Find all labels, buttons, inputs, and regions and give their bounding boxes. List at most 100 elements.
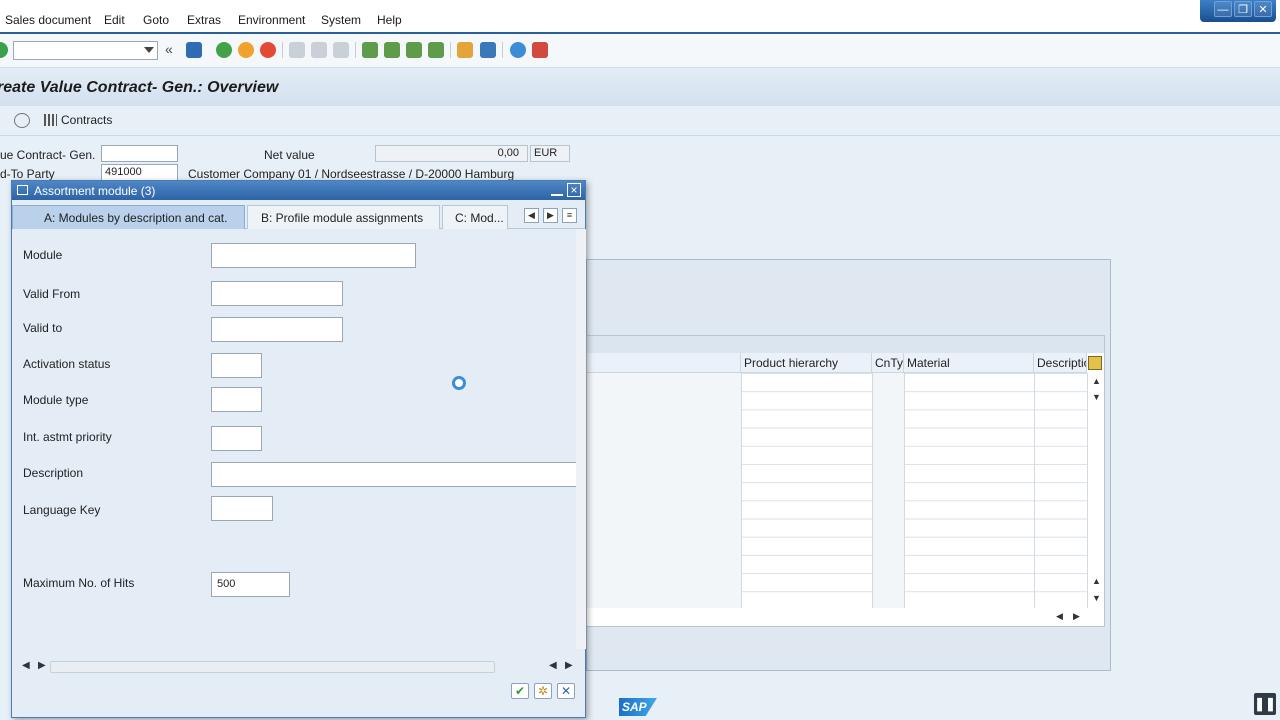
close-icon[interactable]: ✕ [1254, 1, 1272, 17]
net-value-label: Net value [264, 148, 315, 162]
currency-field: EUR [530, 145, 570, 162]
scroll-right-icon[interactable]: ▶ [38, 660, 46, 671]
sold-to-party-field[interactable]: 491000 [101, 164, 178, 181]
contract-number-field[interactable] [101, 145, 178, 162]
column-header-material[interactable]: Material [904, 353, 1034, 373]
dialog-vertical-scrollbar[interactable] [576, 229, 586, 649]
restore-icon[interactable]: ❐ [1234, 1, 1252, 17]
tab-list-icon[interactable]: ≡ [562, 208, 577, 223]
language-key-label: Language Key [23, 503, 101, 517]
print-icon[interactable] [289, 42, 305, 58]
new-search-icon[interactable]: ✲ [534, 683, 552, 699]
column-header-cnty[interactable]: CnTy [872, 353, 904, 373]
menu-sales-document[interactable]: Sales document [5, 13, 91, 27]
menu-system[interactable]: System [321, 13, 361, 27]
valid-from-field[interactable] [211, 281, 343, 306]
display-doc-flow-icon[interactable] [14, 113, 30, 128]
valid-from-label: Valid From [23, 287, 81, 301]
minimize-icon[interactable]: — [1214, 1, 1232, 17]
contracts-label: Contracts [61, 113, 113, 127]
exit-icon[interactable] [238, 42, 254, 58]
scroll-right-icon[interactable]: ▶ [565, 660, 573, 671]
column-header-description[interactable]: Descriptio [1034, 353, 1087, 373]
table-column-shade [587, 373, 741, 608]
first-page-icon[interactable] [362, 42, 378, 58]
menu-goto[interactable]: Goto [143, 13, 169, 27]
dialog-title: Assortment module (3) [34, 184, 156, 198]
tab-mod[interactable]: C: Mod... [442, 205, 508, 229]
collapse-icon[interactable]: « [165, 42, 181, 58]
menu-edit[interactable]: Edit [104, 13, 125, 27]
help-icon[interactable] [510, 42, 526, 58]
scroll-down-icon[interactable]: ▼ [1092, 392, 1101, 402]
find-next-icon[interactable] [333, 42, 349, 58]
window-controls: — ❐ ✕ [1200, 0, 1276, 22]
scroll-up-icon[interactable]: ▲ [1092, 376, 1101, 386]
back-icon[interactable] [216, 42, 232, 58]
valid-to-field[interactable] [211, 317, 343, 342]
scroll-left-icon[interactable]: ◀ [549, 660, 557, 671]
scroll-down-icon[interactable]: ▼ [1092, 593, 1101, 603]
scroll-right-icon[interactable]: ▶ [1073, 611, 1080, 622]
items-table: Product hierarchy CnTy Material Descript… [586, 335, 1105, 627]
minimize-icon[interactable] [551, 184, 563, 196]
enter-icon[interactable] [0, 42, 8, 58]
previous-page-icon[interactable] [384, 42, 400, 58]
toolbar-separator [355, 42, 356, 58]
continue-icon[interactable]: ✔ [511, 683, 529, 699]
column-divider [904, 373, 905, 608]
command-field[interactable] [13, 41, 158, 60]
pause-icon[interactable]: ❚❚ [1254, 693, 1276, 715]
save-icon[interactable] [186, 42, 202, 58]
module-type-field[interactable] [211, 387, 262, 412]
cancel-icon[interactable]: ✕ [557, 683, 575, 699]
column-divider [872, 373, 873, 608]
tab-profile-module-assignments[interactable]: B: Profile module assignments [247, 205, 440, 229]
last-page-icon[interactable] [428, 42, 444, 58]
module-type-label: Module type [23, 393, 89, 407]
find-icon[interactable] [311, 42, 327, 58]
scroll-up-icon[interactable]: ▲ [1092, 576, 1101, 586]
net-value-field: 0,00 [375, 145, 528, 162]
close-icon[interactable]: × [567, 183, 581, 197]
dialog-footer: ✔ ✲ ✕ [12, 677, 585, 717]
int-astmt-priority-field[interactable] [211, 426, 262, 451]
cancel-icon[interactable] [260, 42, 276, 58]
new-session-icon[interactable] [457, 42, 473, 58]
next-page-icon[interactable] [406, 42, 422, 58]
tab-scroll-left-icon[interactable]: ◀ [524, 208, 539, 223]
column-divider [741, 373, 742, 608]
toolbar-separator [502, 42, 503, 58]
max-hits-field[interactable]: 500 [211, 572, 290, 597]
dialog-icon [17, 185, 28, 195]
toolbar-separator [282, 42, 283, 58]
scroll-left-icon[interactable]: ◀ [22, 660, 30, 671]
dialog-horizontal-scrollbar[interactable]: ◀ ▶ ◀ ▶ [12, 659, 576, 675]
menu-help[interactable]: Help [377, 13, 402, 27]
menu-extras[interactable]: Extras [187, 13, 221, 27]
scrollbar-thumb[interactable] [50, 661, 495, 673]
tab-modules-by-description[interactable]: A: Modules by description and cat. [12, 205, 245, 229]
shortcut-icon[interactable] [480, 42, 496, 58]
dialog-title-bar[interactable]: Assortment module (3) × [12, 181, 585, 200]
toolbar-separator [450, 42, 451, 58]
menu-environment[interactable]: Environment [238, 13, 305, 27]
description-field[interactable] [211, 462, 577, 487]
column-settings-icon[interactable] [1088, 356, 1102, 370]
column-header-product-hierarchy[interactable]: Product hierarchy [741, 353, 872, 373]
application-toolbar: Contracts [0, 106, 1280, 136]
sold-to-party-label: d-To Party [0, 167, 55, 181]
column-divider [1034, 373, 1035, 608]
standard-toolbar: « [0, 34, 1280, 68]
tab-scroll-right-icon[interactable]: ▶ [543, 208, 558, 223]
column-divider [1087, 373, 1088, 608]
scroll-left-icon[interactable]: ◀ [1056, 611, 1063, 622]
chevron-down-icon[interactable] [144, 47, 154, 53]
language-key-field[interactable] [211, 496, 273, 521]
contracts-button[interactable]: Contracts [44, 113, 112, 127]
column-header-blank [587, 353, 741, 373]
max-hits-label: Maximum No. of Hits [23, 576, 135, 590]
module-field[interactable] [211, 243, 416, 268]
activation-status-field[interactable] [211, 353, 262, 378]
layout-menu-icon[interactable] [532, 42, 548, 58]
